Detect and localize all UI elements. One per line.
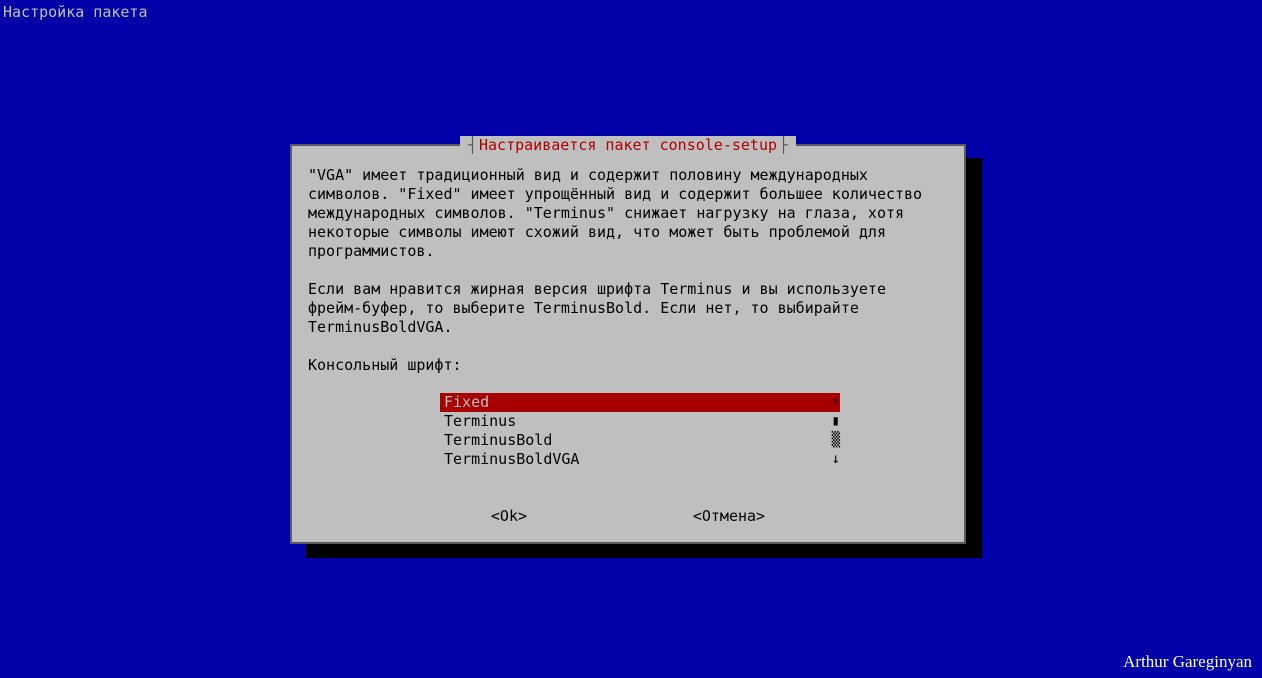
buttons-row: <Ok> <Отмена>	[308, 507, 948, 526]
description-paragraph-1: "VGA" имеет традиционный вид и содержит …	[308, 166, 948, 261]
scroll-thumb-icon: ▮	[832, 412, 840, 431]
options-area: Fixed Terminus TerminusBold TerminusBold…	[308, 393, 948, 469]
scroll-up-icon: ↑	[832, 393, 840, 412]
page-title: Настройка пакета	[3, 3, 148, 21]
option-terminusbold[interactable]: TerminusBold	[440, 431, 840, 450]
dialog-title-text: Настраивается пакет console-setup	[479, 136, 777, 154]
prompt-label: Консольный шрифт:	[308, 356, 948, 375]
option-fixed[interactable]: Fixed	[440, 393, 840, 412]
scroll-indicators: ↑ ▮ ▒ ↓	[832, 393, 840, 469]
options-list[interactable]: Fixed Terminus TerminusBold TerminusBold…	[440, 393, 840, 469]
option-terminus[interactable]: Terminus	[440, 412, 840, 431]
watermark: Arthur Gareginyan	[1123, 652, 1252, 672]
ok-button[interactable]: <Ok>	[491, 507, 527, 526]
dialog-body: "VGA" имеет традиционный вид и содержит …	[292, 146, 964, 536]
dialog-title-wrap: ┤Настраивается пакет console-setup├	[292, 136, 964, 154]
option-terminusboldvga[interactable]: TerminusBoldVGA	[440, 450, 840, 469]
scroll-track-icon: ▒	[832, 431, 840, 450]
config-dialog: ┤Настраивается пакет console-setup├ "VGA…	[290, 144, 966, 544]
description-paragraph-2: Если вам нравится жирная версия шрифта T…	[308, 280, 948, 337]
scroll-down-icon: ↓	[832, 450, 840, 469]
dialog-title: ┤Настраивается пакет console-setup├	[460, 136, 796, 154]
cancel-button[interactable]: <Отмена>	[693, 507, 765, 526]
